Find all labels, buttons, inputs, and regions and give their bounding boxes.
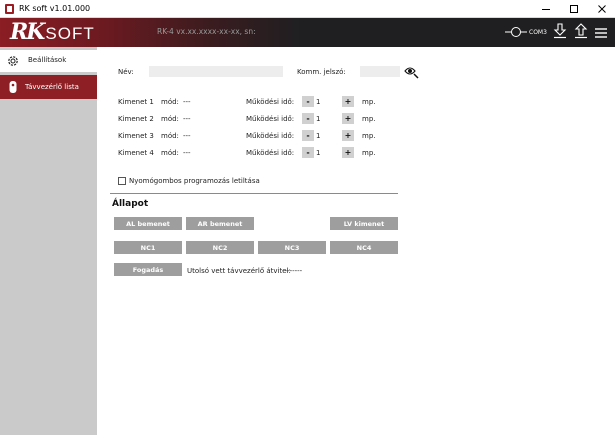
menu-button[interactable] xyxy=(595,24,607,43)
nc2-indicator[interactable]: NC2 xyxy=(186,241,254,254)
logo-rk-text: RK xyxy=(10,19,45,45)
section-divider xyxy=(110,193,398,194)
password-label: Komm. jelszó: xyxy=(297,68,346,76)
last-transfer-label: Utolsó vett távvezérlő átvitel: xyxy=(187,267,291,275)
sidebar-item-remote-list[interactable]: Távvezérlő lista xyxy=(0,75,97,99)
increment-button[interactable]: + xyxy=(342,113,354,124)
unit-label: mp. xyxy=(362,115,376,123)
upload-icon xyxy=(574,23,588,39)
operation-time-value[interactable]: 1 xyxy=(316,97,320,107)
unit-label: mp. xyxy=(362,149,376,157)
download-button[interactable] xyxy=(553,23,567,43)
mode-value[interactable]: --- xyxy=(183,131,191,141)
decrement-button[interactable]: - xyxy=(302,147,314,158)
device-info: RK-4 vx.xx.xxxx-xx-xx, sn: xyxy=(157,27,256,36)
decrement-button[interactable]: - xyxy=(302,113,314,124)
ar-input-indicator[interactable]: AR bemenet xyxy=(186,217,254,230)
download-icon xyxy=(553,23,567,39)
maximize-icon xyxy=(570,5,578,13)
disable-button-programming-checkbox[interactable] xyxy=(118,177,126,185)
sidebar-item-label: Távvezérlő lista xyxy=(25,83,79,91)
close-button[interactable] xyxy=(588,0,615,18)
nc1-indicator[interactable]: NC1 xyxy=(114,241,182,254)
al-input-indicator[interactable]: AL bemenet xyxy=(114,217,182,230)
app-icon xyxy=(5,4,14,14)
title-bar xyxy=(0,0,615,18)
sidebar-item-settings[interactable]: Beállítások xyxy=(0,50,97,72)
increment-button[interactable]: + xyxy=(342,147,354,158)
mode-value[interactable]: --- xyxy=(183,148,191,158)
password-input[interactable] xyxy=(360,66,400,77)
app-window: RK soft v1.01.000 RK SOFT RK-4 vx.xx.xxx… xyxy=(0,0,615,435)
mode-value[interactable]: --- xyxy=(183,97,191,107)
maximize-button[interactable] xyxy=(560,0,588,18)
unit-label: mp. xyxy=(362,98,376,106)
decrement-button[interactable]: - xyxy=(302,130,314,141)
operation-time-value[interactable]: 1 xyxy=(316,131,320,141)
disable-button-programming-label: Nyomógombos programozás letiltása xyxy=(129,177,260,185)
minimize-icon xyxy=(542,9,550,10)
decrement-button[interactable]: - xyxy=(302,96,314,107)
increment-button[interactable]: + xyxy=(342,130,354,141)
close-icon xyxy=(598,5,606,13)
remote-icon xyxy=(9,81,17,93)
output-label: Kimenet 4 xyxy=(118,149,154,157)
com-port-indicator[interactable]: COM3 xyxy=(505,24,547,40)
operation-time-label: Működési idő: xyxy=(246,115,295,123)
lv-output-indicator[interactable]: LV kimenet xyxy=(330,217,398,230)
status-heading: Állapot xyxy=(112,199,149,209)
eye-search-icon xyxy=(404,67,419,79)
com-port-label: COM3 xyxy=(529,28,547,36)
output-label: Kimenet 3 xyxy=(118,132,154,140)
increment-button[interactable]: + xyxy=(342,96,354,107)
logo-soft-text: SOFT xyxy=(45,24,95,43)
minimize-button[interactable] xyxy=(532,0,560,18)
sidebar-item-label: Beállítások xyxy=(28,56,67,64)
nc3-indicator[interactable]: NC3 xyxy=(258,241,326,254)
upload-button[interactable] xyxy=(574,23,588,43)
last-transfer-value: -------- xyxy=(282,267,303,275)
output-label: Kimenet 1 xyxy=(118,98,154,106)
operation-time-value[interactable]: 1 xyxy=(316,114,320,124)
unit-label: mp. xyxy=(362,132,376,140)
gear-icon xyxy=(8,56,18,66)
operation-time-label: Működési idő: xyxy=(246,132,295,140)
operation-time-value[interactable]: 1 xyxy=(316,148,320,158)
rk-soft-logo: RK SOFT xyxy=(10,21,95,44)
nc4-indicator[interactable]: NC4 xyxy=(330,241,398,254)
show-password-button[interactable] xyxy=(404,64,420,83)
operation-time-label: Működési idő: xyxy=(246,98,295,106)
mode-label: mód: xyxy=(161,115,179,123)
name-label: Név: xyxy=(118,68,134,76)
mode-label: mód: xyxy=(161,132,179,140)
receive-button[interactable]: Fogadás xyxy=(114,263,182,276)
sidebar xyxy=(0,47,97,435)
output-label: Kimenet 2 xyxy=(118,115,154,123)
mode-label: mód: xyxy=(161,98,179,106)
mode-value[interactable]: --- xyxy=(183,114,191,124)
operation-time-label: Működési idő: xyxy=(246,149,295,157)
mode-label: mód: xyxy=(161,149,179,157)
hamburger-menu-icon xyxy=(595,28,607,38)
name-input[interactable] xyxy=(149,66,283,77)
connection-icon xyxy=(505,27,527,37)
window-title: RK soft v1.01.000 xyxy=(19,4,91,13)
